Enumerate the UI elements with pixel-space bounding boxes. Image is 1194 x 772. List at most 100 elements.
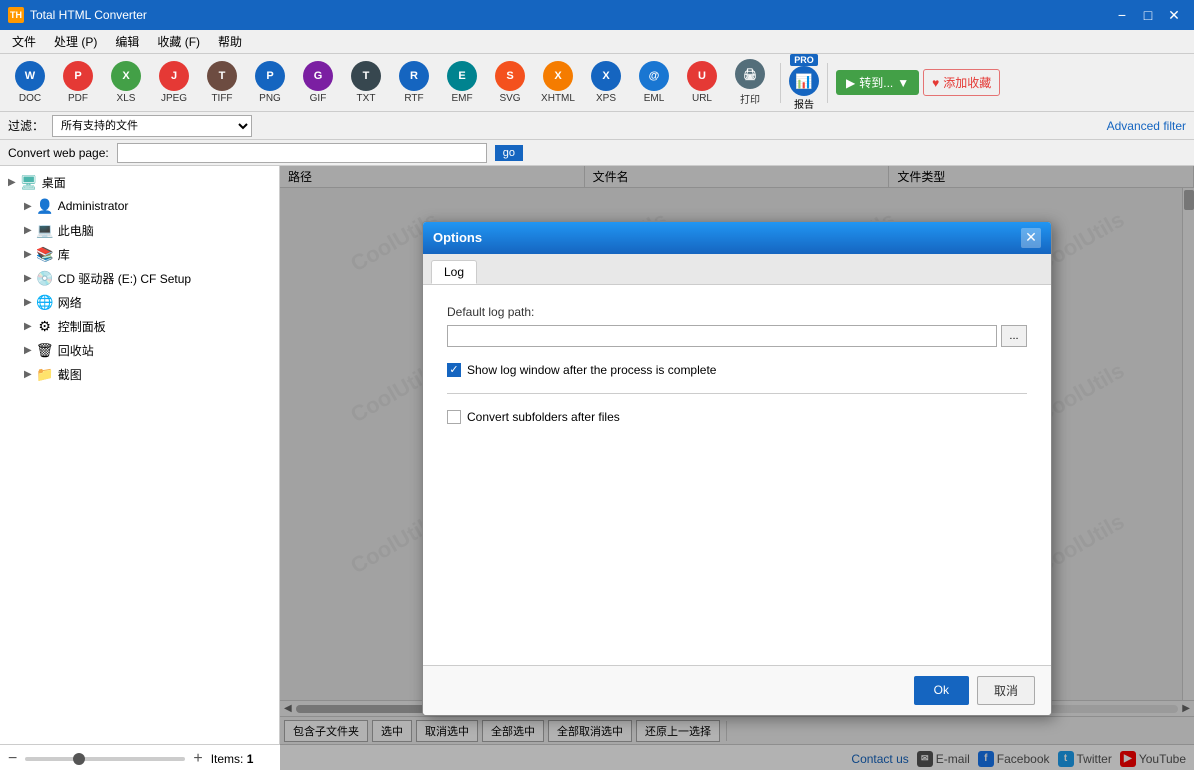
sidebar-item-desktop[interactable]: ▶ 🖥 桌面 <box>0 170 279 194</box>
zoom-thumb[interactable] <box>73 753 85 765</box>
sidebar-item-trash[interactable]: ▶ 🗑 回收站 <box>0 338 279 362</box>
convert-subfolders-label: Convert subfolders after files <box>467 410 620 424</box>
print-label: 打印 <box>740 91 760 106</box>
title-bar-controls: − □ ✕ <box>1110 5 1186 25</box>
minimize-button[interactable]: − <box>1110 5 1134 25</box>
xhtml-label: XHTML <box>541 93 575 104</box>
filter-select[interactable]: 所有支持的文件 <box>52 115 252 137</box>
xps-icon: X <box>591 61 621 91</box>
browse-button[interactable]: ... <box>1001 325 1027 347</box>
tool-gif[interactable]: G GIF <box>296 58 340 108</box>
dialog-close-button[interactable]: ✕ <box>1021 228 1041 248</box>
sidebar-item-administrator[interactable]: ▶ 👤 Administrator <box>0 194 279 218</box>
menu-favorites[interactable]: 收藏 (F) <box>149 31 208 52</box>
items-count: 1 <box>247 752 254 766</box>
go-button[interactable]: go <box>495 145 523 161</box>
zoom-out-button[interactable]: − <box>8 750 17 768</box>
report-label: 报告 <box>794 96 814 111</box>
sidebar-item-computer[interactable]: ▶ 💻 此电脑 <box>0 218 279 242</box>
sidebar-item-screenshot[interactable]: ▶ 📁 截图 <box>0 362 279 386</box>
show-log-row[interactable]: ✓ Show log window after the process is c… <box>447 363 1027 377</box>
txt-label: TXT <box>357 93 376 104</box>
tool-jpeg[interactable]: J JPEG <box>152 58 196 108</box>
tool-xhtml[interactable]: X XHTML <box>536 58 580 108</box>
items-label: Items: 1 <box>211 752 254 766</box>
menu-bar: 文件 处理 (P) 编辑 收藏 (F) 帮助 <box>0 30 1194 54</box>
jpeg-icon: J <box>159 61 189 91</box>
tool-png[interactable]: P PNG <box>248 58 292 108</box>
tool-tiff[interactable]: T TIFF <box>200 58 244 108</box>
sidebar-item-control[interactable]: ▶ ⚙ 控制面板 <box>0 314 279 338</box>
log-path-input[interactable] <box>447 325 997 347</box>
items-text: Items: <box>211 752 244 766</box>
convert-label: 转到... <box>859 74 893 91</box>
convert-subfolders-checkbox[interactable] <box>447 410 461 424</box>
tool-xps[interactable]: X XPS <box>584 58 628 108</box>
tiff-label: TIFF <box>211 93 232 104</box>
convert-dropdown-icon: ▼ <box>897 76 909 90</box>
convert-icon: ▶ <box>846 76 855 90</box>
expand-icon-computer: ▶ <box>24 225 32 236</box>
expand-icon: ▶ <box>8 177 16 188</box>
dialog-tabs: Log <box>423 254 1051 285</box>
rtf-label: RTF <box>404 93 423 104</box>
convert-subfolders-row[interactable]: Convert subfolders after files <box>447 410 1027 424</box>
dialog-title-text: Options <box>433 230 482 245</box>
gif-icon: G <box>303 61 333 91</box>
show-log-checkbox[interactable]: ✓ <box>447 363 461 377</box>
app-icon: TH <box>8 7 24 23</box>
app-title: Total HTML Converter <box>30 8 147 22</box>
zoom-track[interactable] <box>25 757 185 761</box>
eml-label: EML <box>644 93 665 104</box>
dialog-title-bar: Options ✕ <box>423 222 1051 254</box>
pro-report-group: PRO 📊 报告 <box>789 54 819 111</box>
tool-svg[interactable]: S SVG <box>488 58 532 108</box>
sidebar-item-network[interactable]: ▶ 🌐 网络 <box>0 290 279 314</box>
ok-button[interactable]: Ok <box>914 676 969 705</box>
eml-icon: @ <box>639 61 669 91</box>
close-button[interactable]: ✕ <box>1162 5 1186 25</box>
tool-url[interactable]: U URL <box>680 58 724 108</box>
webpage-bar: Convert web page: go <box>0 140 1194 166</box>
sidebar-item-label-cd: CD 驱动器 (E:) CF Setup <box>58 270 191 287</box>
tool-print[interactable]: 🖨 打印 <box>728 58 772 108</box>
print-icon: 🖨 <box>735 59 765 89</box>
convert-button[interactable]: ▶ 转到... ▼ <box>836 70 919 95</box>
tool-xls[interactable]: X XLS <box>104 58 148 108</box>
sidebar-item-cd[interactable]: ▶ 💿 CD 驱动器 (E:) CF Setup <box>0 266 279 290</box>
tool-doc[interactable]: W DOC <box>8 58 52 108</box>
pro-badge: PRO <box>790 54 818 66</box>
sidebar-item-label-trash: 回收站 <box>58 342 94 359</box>
tab-log[interactable]: Log <box>431 260 477 284</box>
tool-txt[interactable]: T TXT <box>344 58 388 108</box>
jpeg-label: JPEG <box>161 93 187 104</box>
computer-icon: 💻 <box>36 221 54 239</box>
menu-process[interactable]: 处理 (P) <box>46 31 105 52</box>
zoom-in-button[interactable]: + <box>193 750 202 768</box>
tool-eml[interactable]: @ EML <box>632 58 676 108</box>
sidebar-item-library[interactable]: ▶ 📚 库 <box>0 242 279 266</box>
expand-icon-admin: ▶ <box>24 201 32 212</box>
advanced-filter-link[interactable]: Advanced filter <box>1107 119 1186 133</box>
pdf-icon: P <box>63 61 93 91</box>
menu-help[interactable]: 帮助 <box>210 31 250 52</box>
tool-pdf[interactable]: P PDF <box>56 58 100 108</box>
url-icon: U <box>687 61 717 91</box>
menu-file[interactable]: 文件 <box>4 31 44 52</box>
webpage-input[interactable] <box>117 143 487 163</box>
gif-label: GIF <box>310 93 327 104</box>
expand-icon-cd: ▶ <box>24 273 32 284</box>
sidebar-item-label-screenshot: 截图 <box>58 366 82 383</box>
menu-edit[interactable]: 编辑 <box>107 31 147 52</box>
expand-icon-library: ▶ <box>24 249 32 260</box>
report-button[interactable]: 📊 报告 <box>789 66 819 111</box>
tool-emf[interactable]: E EMF <box>440 58 484 108</box>
add-fav-label: 添加收藏 <box>943 74 991 91</box>
cancel-button[interactable]: 取消 <box>977 676 1035 705</box>
url-label: URL <box>692 93 712 104</box>
tool-rtf[interactable]: R RTF <box>392 58 436 108</box>
maximize-button[interactable]: □ <box>1136 5 1160 25</box>
emf-label: EMF <box>451 93 472 104</box>
expand-icon-trash: ▶ <box>24 345 32 356</box>
add-favorite-button[interactable]: ♥ 添加收藏 <box>923 69 1000 96</box>
